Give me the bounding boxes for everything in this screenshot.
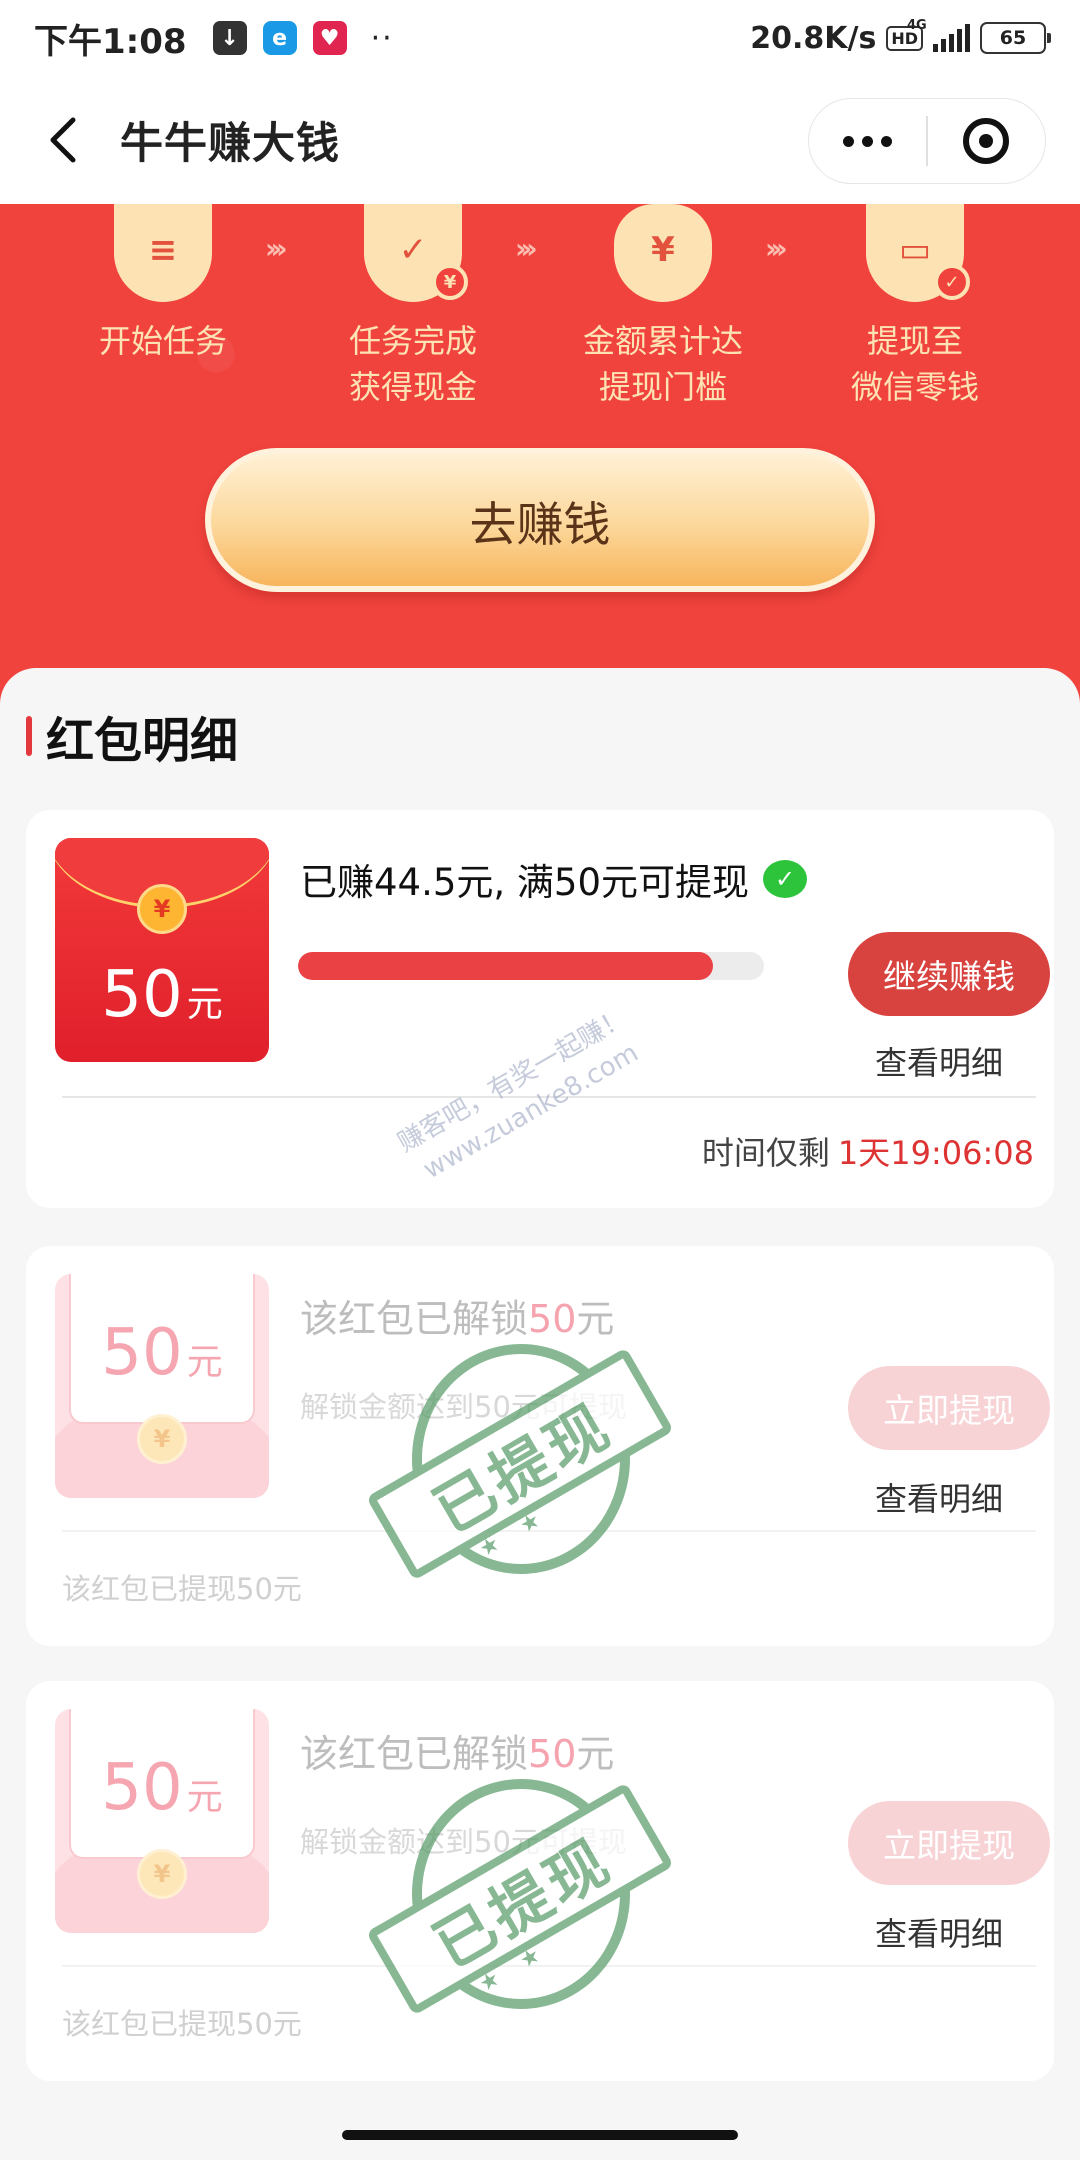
faded-envelope-icon: 50 元 ¥ xyxy=(55,1709,269,1933)
steps-flow: ≡ 开始任务 ››› ✓ ¥ 任务完成 获得现金 ››› ¥ 金额累计达 提现门槛… xyxy=(0,204,1080,406)
envelope-amount: 50 元 xyxy=(101,1751,223,1825)
more-menu-button[interactable] xyxy=(809,99,926,183)
status-right: 20.8K/s HD 4G 65 xyxy=(750,18,1051,56)
withdrawn-note: 该红包已提现50元 xyxy=(62,2007,302,2041)
step-arrow-icon: ››› xyxy=(265,232,287,265)
more-dot-icon xyxy=(843,135,855,147)
view-details-link[interactable]: 查看明细 xyxy=(854,1038,1024,1084)
status-bar: 下午1:08 ↓ e ♥ ·· 20.8K/s HD 4G 65 xyxy=(0,0,1080,76)
yuan-seal-icon: ¥ xyxy=(137,1414,187,1464)
step-arrow-icon: ››› xyxy=(765,232,787,265)
earned-progress-text: 已赚44.5元, 满50元可提现 ✓ xyxy=(300,852,807,906)
withdraw-now-button[interactable]: 立即提现 xyxy=(848,1801,1050,1885)
withdrawn-stamp: 已提现 ★ ★ xyxy=(366,1769,674,2029)
continue-earning-button[interactable]: 继续赚钱 xyxy=(848,932,1050,1016)
signal-icon: 4G xyxy=(907,18,970,52)
progress-fill xyxy=(298,952,713,980)
countdown-time: 1天19:06:08 xyxy=(837,1134,1034,1172)
close-miniprogram-button[interactable] xyxy=(928,99,1045,183)
wallet-icon: ▭ ✓ xyxy=(866,204,970,302)
status-left: 下午1:08 ↓ e ♥ ·· xyxy=(34,14,394,63)
network-speed: 20.8K/s xyxy=(750,20,877,56)
target-icon xyxy=(963,118,1010,164)
step-reach-threshold: ¥ 金额累计达 提现门槛 xyxy=(568,204,758,410)
withdraw-now-button[interactable]: 立即提现 xyxy=(848,1366,1050,1450)
earn-progress-bar xyxy=(298,952,764,980)
more-dot-icon xyxy=(862,135,874,147)
withdrawn-stamp: 已提现 ★ ★ xyxy=(366,1334,674,1594)
step-complete-task: ✓ ¥ 任务完成 获得现金 xyxy=(318,204,508,410)
faded-envelope-icon: 50 元 ¥ xyxy=(55,1274,269,1498)
more-notifications-icon: ·· xyxy=(370,20,394,56)
step-label: 提现至 微信零钱 xyxy=(850,322,979,406)
wechat-icon: ✓ xyxy=(763,860,807,898)
red-packet-card-withdrawn: 50 元 ¥ 该红包已解锁50元 解锁金额达到50元可提现 立即提现 查看明细 该… xyxy=(26,1246,1054,1646)
earned-text: 已赚44.5元, 满50元可提现 xyxy=(300,861,749,904)
red-packet-card-active: ¥ 50 元 已赚44.5元, 满50元可提现 ✓ 继续赚钱 查看明细 时间仅剩 1… xyxy=(26,810,1054,1208)
withdrawn-note: 该红包已提现50元 xyxy=(62,1572,302,1606)
section-title: 红包明细 xyxy=(26,704,238,769)
red-packet-panel: 红包明细 ¥ 50 元 已赚44.5元, 满50元可提现 ✓ 继续赚钱 查看明细 … xyxy=(0,668,1080,2160)
battery-level: 65 xyxy=(999,27,1027,49)
yuan-seal-icon: ¥ xyxy=(137,884,187,934)
envelope-amount: 50 元 xyxy=(101,1316,223,1390)
red-envelope-icon: ¥ 50 元 xyxy=(55,838,269,1062)
countdown: 时间仅剩 1天19:06:08 xyxy=(702,1128,1034,1174)
go-earn-button[interactable]: 去赚钱 xyxy=(205,448,875,592)
more-dot-icon xyxy=(881,135,893,147)
app-heart-icon: ♥ xyxy=(312,21,347,55)
browser-icon: e xyxy=(262,21,297,55)
step-label: 开始任务 xyxy=(98,322,227,360)
step-label: 任务完成 获得现金 xyxy=(348,322,477,406)
status-time: 下午1:08 xyxy=(34,21,187,62)
divider xyxy=(62,1096,1036,1098)
envelope-amount: 50 元 xyxy=(101,958,223,1032)
view-details-link[interactable]: 查看明细 xyxy=(854,1474,1024,1520)
chevron-left-icon xyxy=(50,117,76,163)
step-withdraw-wechat: ▭ ✓ 提现至 微信零钱 xyxy=(820,204,1010,410)
step-start-task: ≡ 开始任务 xyxy=(68,204,258,364)
step-label: 金额累计达 提现门槛 xyxy=(582,322,743,406)
page-title: 牛牛赚大钱 xyxy=(120,119,340,169)
home-indicator[interactable] xyxy=(342,2130,738,2140)
red-packet-card-withdrawn: 50 元 ¥ 该红包已解锁50元 解锁金额达到50元可提现 立即提现 查看明细 该… xyxy=(26,1681,1054,2081)
miniprogram-capsule xyxy=(808,98,1046,184)
step-arrow-icon: ››› xyxy=(515,232,537,265)
task-complete-icon: ✓ ¥ xyxy=(364,204,468,302)
download-icon: ↓ xyxy=(212,21,247,55)
money-bag-icon: ¥ xyxy=(614,204,712,302)
network-type: 4G xyxy=(907,18,927,33)
task-card-icon: ≡ xyxy=(114,204,212,302)
yuan-seal-icon: ¥ xyxy=(137,1849,187,1899)
hero-banner: ≡ 开始任务 ››› ✓ ¥ 任务完成 获得现金 ››› ¥ 金额累计达 提现门槛… xyxy=(0,204,1080,704)
countdown-label: 时间仅剩 xyxy=(701,1134,830,1172)
view-details-link[interactable]: 查看明细 xyxy=(854,1909,1024,1955)
nav-bar: 牛牛赚大钱 xyxy=(0,76,1080,204)
back-button[interactable] xyxy=(36,114,88,166)
battery-icon: 65 xyxy=(980,22,1051,54)
